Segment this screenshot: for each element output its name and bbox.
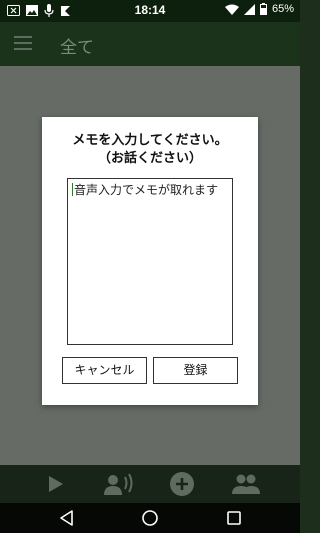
memo-input[interactable]: 音声入力でメモが取れます (67, 178, 233, 345)
dialog-title-line2: （お話ください） (97, 151, 202, 166)
app-bar: 全て (0, 22, 300, 66)
battery-icon (259, 3, 267, 15)
signal-icon (243, 3, 255, 15)
page-title: 全て (60, 38, 94, 58)
hamburger-icon[interactable] (14, 36, 32, 50)
bottom-toolbar (0, 465, 300, 503)
status-right: 65% (224, 3, 294, 15)
voice-icon[interactable] (104, 472, 134, 496)
navigation-bar (0, 503, 300, 533)
status-bar: 18:14 65% (0, 0, 300, 22)
text-caret (72, 183, 73, 196)
people-icon[interactable] (232, 472, 260, 496)
add-circle-icon[interactable] (170, 472, 194, 496)
wifi-icon (224, 4, 239, 15)
dialog-title-line1: メモを入力してください。 (72, 133, 228, 148)
cancel-button[interactable]: キャンセル (62, 357, 147, 384)
dialog-title: メモを入力してください。 （お話ください） (42, 132, 258, 168)
home-icon[interactable] (141, 509, 159, 527)
recent-apps-icon[interactable] (225, 509, 243, 527)
battery-percent: 65% (271, 3, 294, 15)
register-button[interactable]: 登録 (153, 357, 238, 384)
play-icon[interactable] (43, 472, 67, 496)
back-icon[interactable] (58, 509, 76, 527)
memo-dialog: メモを入力してください。 （お話ください） 音声入力でメモが取れます キャンセル… (42, 117, 258, 405)
memo-input-text: 音声入力でメモが取れます (74, 183, 219, 197)
